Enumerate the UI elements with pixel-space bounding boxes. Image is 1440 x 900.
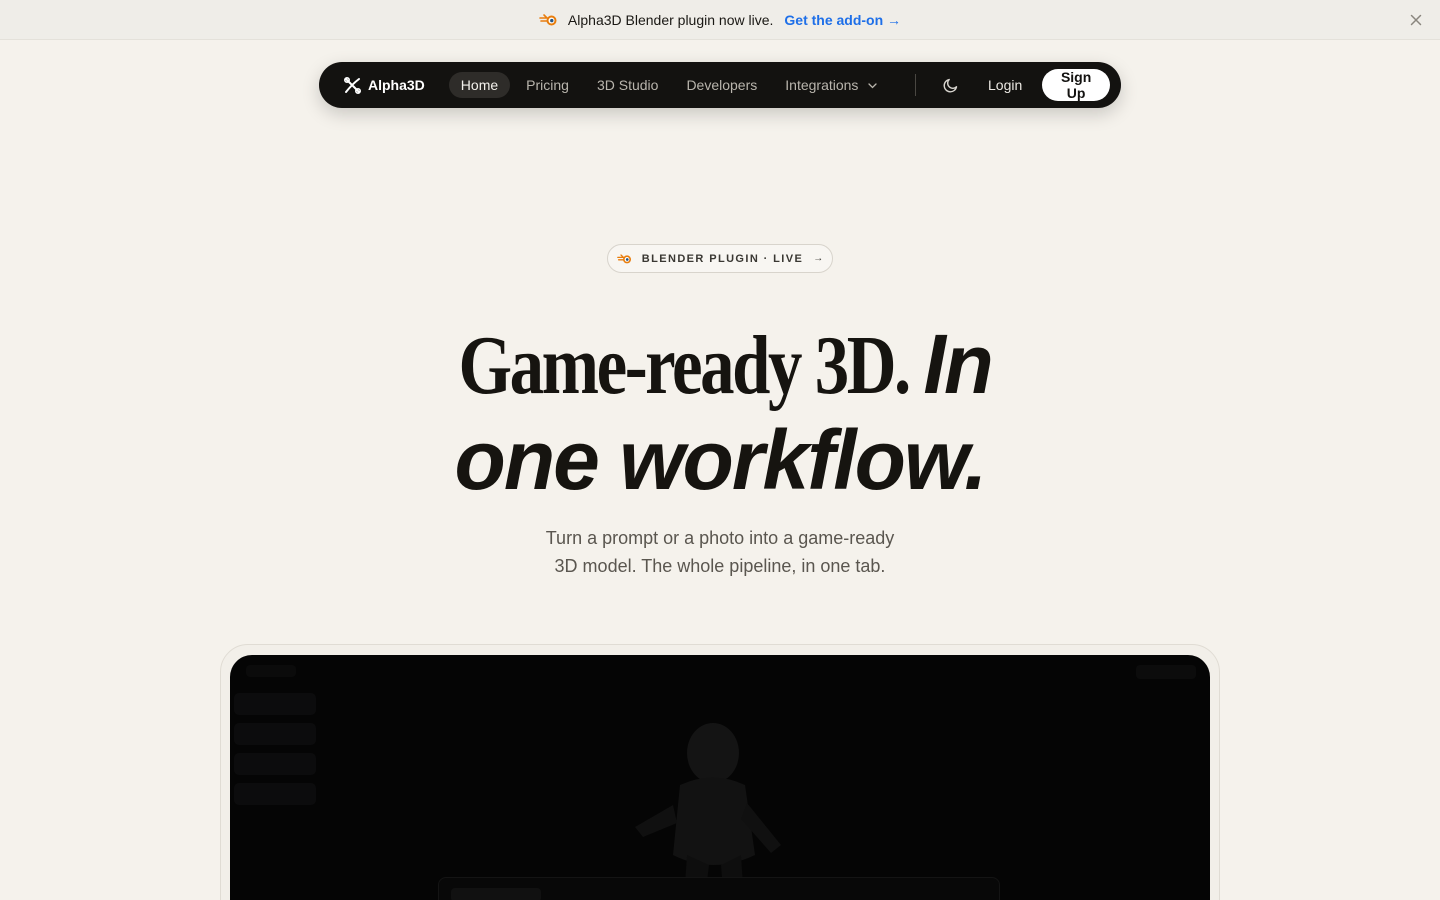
hero-heading-line-1: Game-ready 3D. In: [130, 318, 1311, 412]
blender-plugin-badge[interactable]: BLENDER PLUGIN · LIVE →: [607, 244, 833, 273]
hero-heading-line-2: one workflow.: [454, 413, 988, 507]
nav-item-home[interactable]: Home: [448, 72, 511, 98]
product-preview: [230, 655, 1210, 900]
announcement-message: Alpha3D Blender plugin now live.: [567, 11, 774, 28]
preview-3d-model: [635, 723, 781, 900]
announcement-bar: Alpha3D Blender plugin now live. Get the…: [0, 0, 1440, 40]
blender-icon: [616, 253, 633, 265]
hero-heading: Game-ready 3D. In one workflow.: [0, 318, 1440, 508]
preview-faded-sidebar: [230, 685, 320, 813]
hero-subtitle-line-1: Turn a prompt or a photo into a game-rea…: [545, 528, 895, 548]
preview-faded-row: [234, 753, 316, 775]
hero-subtitle: Turn a prompt or a photo into a game-rea…: [0, 524, 1440, 580]
nav-item-3d-studio[interactable]: 3D Studio: [585, 72, 670, 98]
hero-subtitle-line-2: 3D model. The whole pipeline, in one tab…: [554, 556, 886, 576]
badge-arrow: →: [813, 253, 824, 264]
preview-faded-prompt-chip: [451, 888, 541, 900]
close-icon[interactable]: [1408, 12, 1424, 28]
preview-faded-row: [234, 783, 316, 805]
preview-faded-prompt-bar: [438, 877, 1000, 900]
nav-item-integrations-label: Integrations: [785, 77, 859, 93]
get-addon-link[interactable]: Get the add-on →: [784, 12, 901, 28]
hero-heading-serif: Game-ready 3D.: [458, 319, 912, 412]
badge-label: BLENDER PLUGIN · LIVE: [641, 252, 804, 265]
chevron-down-icon: [868, 83, 877, 89]
nav-item-developers[interactable]: Developers: [674, 72, 769, 98]
nav-divider: [915, 74, 916, 96]
nav-item-integrations[interactable]: Integrations: [773, 72, 889, 98]
preview-faded-row: [234, 723, 316, 745]
nav-links: Home Pricing 3D Studio Developers Integr…: [448, 72, 894, 98]
main-nav: Alpha3D Home Pricing 3D Studio Developer…: [319, 62, 1121, 108]
nav-item-pricing[interactable]: Pricing: [514, 72, 581, 98]
moon-icon[interactable]: [942, 76, 960, 94]
preview-faded-row: [234, 693, 316, 715]
signup-button[interactable]: Sign Up: [1042, 69, 1110, 101]
blender-icon: [539, 13, 559, 27]
preview-faded-controls: [1136, 665, 1196, 679]
preview-faded-toolbar: [246, 665, 296, 677]
login-link[interactable]: Login: [988, 77, 1022, 93]
hero-heading-italic-start: In: [923, 317, 994, 411]
brand-logo[interactable]: Alpha3D: [343, 76, 425, 95]
brand-name: Alpha3D: [368, 77, 425, 93]
alpha3d-logo-icon: [343, 76, 362, 94]
